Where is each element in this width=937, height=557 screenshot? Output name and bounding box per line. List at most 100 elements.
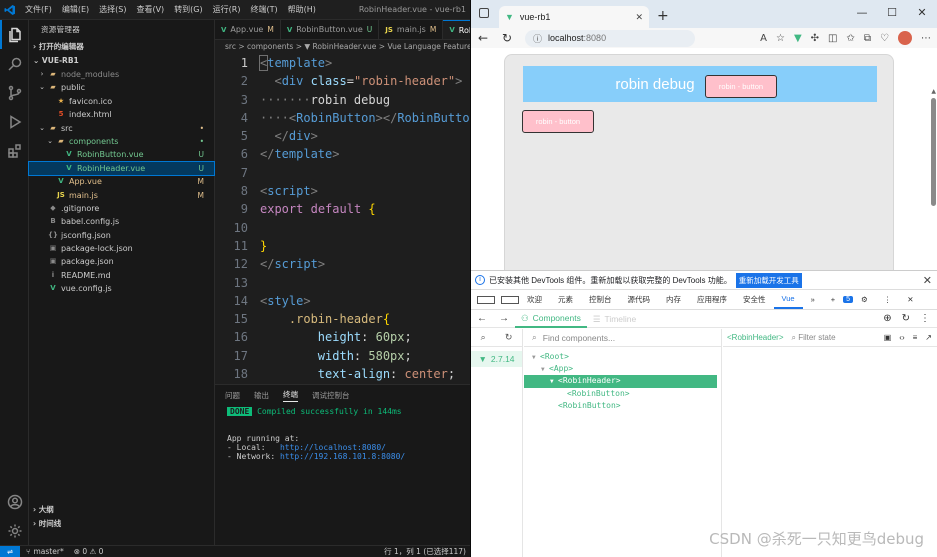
favorites-icon[interactable]: ✩ xyxy=(847,33,855,44)
favorite-star-icon[interactable]: ☆ xyxy=(776,33,785,44)
component-node[interactable]: ▼ <App> xyxy=(524,363,721,375)
file-item[interactable]: V App.vue M xyxy=(29,175,214,188)
close-window-icon[interactable]: ✕ xyxy=(907,0,937,28)
file-item[interactable]: ◆ .gitignore xyxy=(29,202,214,215)
local-url[interactable]: http://localhost:8080/ xyxy=(280,443,386,452)
search-icon[interactable] xyxy=(0,49,29,78)
terminal[interactable]: DONE Compiled successfully in 144ms App … xyxy=(215,407,470,461)
vue-devtools-extension-icon[interactable]: ▼ xyxy=(794,33,802,44)
reload-devtools-button[interactable]: 重新加载开发工具 xyxy=(735,272,802,288)
component-node[interactable]: ▼ <RobinHeader> xyxy=(524,375,717,388)
devtools-tab[interactable]: 内存 xyxy=(658,294,689,305)
components-tab[interactable]: ⚇ Components xyxy=(515,310,587,328)
component-node[interactable]: <RobinButton> xyxy=(524,388,721,400)
devtools-tab[interactable]: 控制台 xyxy=(581,294,620,305)
more-menu-icon[interactable]: ⋯ xyxy=(921,33,931,44)
file-item[interactable]: Vvue.config.js xyxy=(29,282,214,295)
filter-state-input[interactable]: ⌕ Filter state xyxy=(791,333,835,343)
code-icon[interactable]: ‹› xyxy=(899,333,904,342)
inspect-dom-icon[interactable]: ▣ xyxy=(884,333,892,342)
settings-gear-icon[interactable]: ⚙ xyxy=(853,295,876,304)
folder-item[interactable]: › ▰ node_modules xyxy=(29,68,214,81)
vue-version[interactable]: ▼ 2.7.14 xyxy=(471,351,522,367)
git-branch[interactable]: master* xyxy=(34,547,64,556)
devtools-tab[interactable]: 元素 xyxy=(550,294,581,305)
open-in-editor-icon[interactable]: ↗ xyxy=(925,333,932,342)
menu-item[interactable]: 查看(V) xyxy=(131,0,169,20)
problems-status[interactable]: ⊗ 0 ⚠ 0 xyxy=(74,547,104,556)
refresh-icon[interactable]: ↻ xyxy=(902,313,910,324)
file-item[interactable]: i README.md xyxy=(29,269,214,282)
page-scrollbar[interactable] xyxy=(931,98,936,206)
profile-avatar[interactable] xyxy=(898,31,912,45)
component-node[interactable]: ▼ <Root> xyxy=(524,351,721,363)
extensions-icon[interactable] xyxy=(0,136,29,165)
folder-item[interactable]: ⌄ ▰ src • xyxy=(29,122,214,135)
extensions-puzzle-icon[interactable]: ✣ xyxy=(811,33,819,44)
breadcrumb[interactable]: src > components > ▼ RobinHeader.vue > V… xyxy=(215,40,470,54)
target-icon[interactable]: ⊕ xyxy=(883,313,891,324)
panel-tab[interactable]: 问题 xyxy=(225,390,240,401)
nav-back-icon[interactable]: ← xyxy=(471,313,493,324)
menu-item[interactable]: 编辑(E) xyxy=(57,0,94,20)
file-item[interactable]: V RobinHeader.vue U xyxy=(28,160,215,177)
refresh-icon[interactable]: ↻ xyxy=(505,332,513,343)
cursor-position[interactable]: 行 1，列 1 (已选择117) xyxy=(384,546,466,557)
folder-item[interactable]: ⌄ ▰ components • xyxy=(29,135,214,148)
close-infobar-icon[interactable]: ✕ xyxy=(923,274,932,287)
project-section[interactable]: ⌄ VUE-RB1 xyxy=(29,54,214,68)
timeline-section[interactable]: › 时间线 xyxy=(29,517,215,531)
split-screen-icon[interactable]: ◫ xyxy=(828,33,837,44)
scroll-up-icon[interactable]: ▲ xyxy=(931,88,936,95)
read-aloud-icon[interactable]: A xyxy=(760,33,767,44)
tab-actions-icon[interactable] xyxy=(479,8,489,18)
menu-item[interactable]: 文件(F) xyxy=(20,0,57,20)
site-info-icon[interactable]: ⓘ xyxy=(533,32,542,45)
file-item[interactable]: Bbabel.config.js xyxy=(29,215,214,228)
list-icon[interactable]: ≡ xyxy=(913,333,918,342)
robin-button[interactable]: robin - button xyxy=(522,110,594,133)
run-debug-icon[interactable] xyxy=(0,107,29,136)
more-icon[interactable]: ⋮ xyxy=(920,313,930,324)
search-icon[interactable]: ⌕ xyxy=(481,332,486,343)
menu-item[interactable]: 终端(T) xyxy=(245,0,282,20)
device-emulation-icon[interactable] xyxy=(477,295,495,304)
account-icon[interactable] xyxy=(0,487,29,516)
close-devtools-icon[interactable]: ✕ xyxy=(899,295,921,304)
find-components-input[interactable]: ⌕ Find components... xyxy=(524,329,721,347)
robin-button-in-header[interactable]: robin - button xyxy=(705,75,777,98)
editor-tab[interactable]: V App.vue M xyxy=(215,20,281,39)
outline-section[interactable]: › 大纲 xyxy=(29,503,215,517)
editor-tab[interactable]: JS main.js M xyxy=(379,20,444,39)
devtools-tab[interactable]: 源代码 xyxy=(620,294,659,305)
menu-item[interactable]: 选择(S) xyxy=(94,0,131,20)
menu-item[interactable]: 帮助(H) xyxy=(283,0,321,20)
file-item[interactable]: ▣ package-lock.json xyxy=(29,242,214,255)
file-item[interactable]: JS main.js M xyxy=(29,189,214,202)
panel-tab[interactable]: 调试控制台 xyxy=(312,390,350,401)
minimize-icon[interactable]: — xyxy=(847,0,877,28)
collections-icon[interactable]: ⧉ xyxy=(864,33,871,44)
maximize-icon[interactable]: ☐ xyxy=(877,0,907,28)
issues-badge[interactable]: 5 xyxy=(843,296,854,303)
timeline-tab[interactable]: ☰ Timeline xyxy=(587,311,642,327)
editor-tab[interactable]: V RobinButton.vue U xyxy=(281,20,380,39)
nav-forward-icon[interactable]: → xyxy=(493,313,515,324)
back-arrow-icon[interactable]: ← xyxy=(471,31,495,45)
devtools-tab[interactable]: 欢迎 xyxy=(519,294,550,305)
close-tab-icon[interactable]: ✕ xyxy=(635,12,643,23)
file-item[interactable]: ▣ package.json xyxy=(29,255,214,268)
panel-tab[interactable]: 终端 xyxy=(283,389,298,402)
remote-icon[interactable]: ⇌ xyxy=(0,545,20,557)
panel-tab[interactable]: 输出 xyxy=(254,390,269,401)
new-tab-icon[interactable]: + xyxy=(657,8,669,24)
explorer-icon[interactable] xyxy=(0,20,29,49)
browser-essentials-icon[interactable]: ♡ xyxy=(880,33,889,44)
folder-item[interactable]: ⌄ ▰ public xyxy=(29,81,214,94)
settings-gear-icon[interactable] xyxy=(0,516,29,545)
address-bar[interactable]: ⓘ localhost:8080 xyxy=(525,29,695,47)
devtools-tab[interactable]: 应用程序 xyxy=(689,294,735,305)
file-item[interactable]: 5 index.html xyxy=(29,108,214,121)
code-editor[interactable]: 1 <template> 2 <div class="robin-header">… xyxy=(215,54,470,402)
inspect-icon[interactable] xyxy=(501,295,519,304)
